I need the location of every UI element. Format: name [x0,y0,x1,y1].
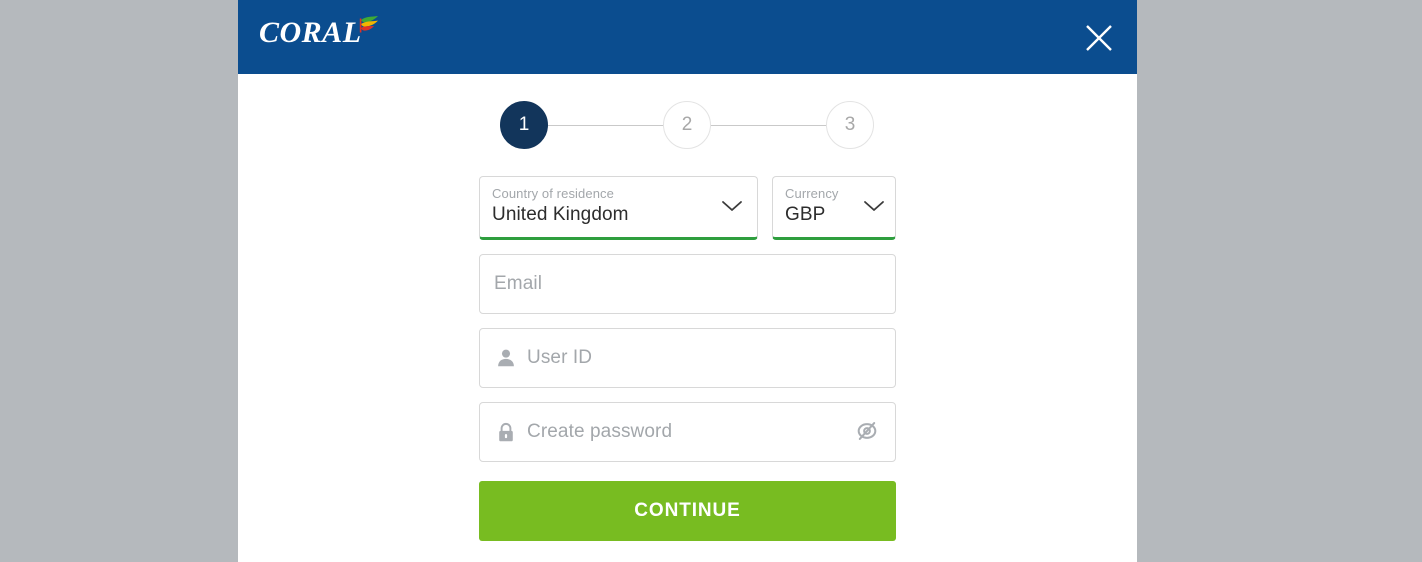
step-indicator-2-label: 2 [681,114,693,135]
step-indicator-1[interactable]: 1 [500,101,548,149]
step-connector-2-3 [711,124,826,126]
user-id-field-wrapper[interactable] [479,328,896,388]
country-of-residence-select[interactable]: Country of residence United Kingdom [479,176,758,240]
modal-body: 1 2 3 Country of residence United Kingdo… [238,101,1137,541]
password-input[interactable] [527,403,853,461]
step-connector-1-2 [548,124,663,126]
email-input[interactable] [494,255,881,313]
coral-logo[interactable]: CORAL [259,16,379,49]
lock-icon [494,419,518,445]
password-field-wrapper[interactable] [479,402,896,462]
modal-header: CORAL [238,0,1137,74]
coral-flag-icon [359,16,379,34]
locale-row: Country of residence United Kingdom Curr… [479,176,896,240]
registration-stepper: 1 2 3 [238,101,1137,149]
close-icon [1084,23,1114,53]
registration-form: Country of residence United Kingdom Curr… [479,176,896,541]
brand-wordmark: CORAL [259,16,362,49]
chevron-down-icon [863,199,885,213]
user-icon [494,345,518,371]
email-field-wrapper[interactable] [479,254,896,314]
step-indicator-1-label: 1 [518,114,530,135]
continue-button[interactable]: CONTINUE [479,481,896,541]
user-id-input[interactable] [527,329,881,387]
step-indicator-3[interactable]: 3 [826,101,874,149]
step-indicator-3-label: 3 [844,114,856,135]
country-select-label: Country of residence [492,186,614,201]
currency-select[interactable]: Currency GBP [772,176,896,240]
close-button[interactable] [1079,18,1119,58]
step-indicator-2[interactable]: 2 [663,101,711,149]
eye-slash-icon [855,419,879,446]
country-select-value: United Kingdom [492,204,629,225]
chevron-down-icon [721,199,743,213]
registration-modal: CORAL 1 2 3 Country of residence United … [238,0,1137,562]
toggle-password-visibility-button[interactable] [853,418,881,446]
